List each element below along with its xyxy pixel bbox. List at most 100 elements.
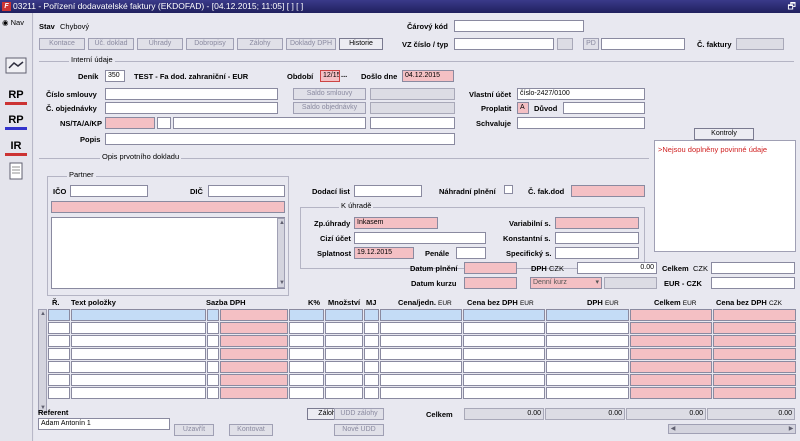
dodaci-list-field[interactable] xyxy=(354,185,422,197)
table-cell[interactable] xyxy=(364,335,379,347)
c-objednavky-field[interactable] xyxy=(105,102,278,114)
dic-field[interactable] xyxy=(208,185,285,197)
udd-zalohy-button[interactable]: UDD zálohy xyxy=(334,408,384,420)
table-cell[interactable] xyxy=(463,361,545,373)
table-cell[interactable] xyxy=(207,374,219,386)
uzavrit-button[interactable]: Uzavřít xyxy=(174,424,214,436)
table-cell[interactable] xyxy=(463,387,545,399)
konstantni-field[interactable] xyxy=(555,232,639,244)
saldo-objednavky-field[interactable] xyxy=(370,102,455,114)
carovy-kod-field[interactable] xyxy=(454,20,584,32)
saldo-smlouvy-button[interactable]: Saldo smlouvy xyxy=(293,88,366,100)
scroll-left-icon[interactable]: ◀ xyxy=(669,425,677,433)
table-row[interactable] xyxy=(38,309,796,322)
table-cell[interactable] xyxy=(48,309,70,321)
table-cell[interactable] xyxy=(207,309,219,321)
table-cell[interactable] xyxy=(364,309,379,321)
table-cell[interactable] xyxy=(220,374,288,386)
specificky-field[interactable] xyxy=(555,247,639,259)
pd-button[interactable]: PD xyxy=(583,38,599,50)
scroll-right-icon[interactable]: ▶ xyxy=(787,425,795,433)
penale-field[interactable] xyxy=(456,247,486,259)
eur-czk-field[interactable] xyxy=(711,277,795,289)
table-cell[interactable] xyxy=(325,348,363,360)
referent-field[interactable]: Adam Antonín 1 xyxy=(38,418,170,430)
table-cell[interactable] xyxy=(71,335,206,347)
table-cell[interactable] xyxy=(380,387,462,399)
table-cell[interactable] xyxy=(380,361,462,373)
table-cell[interactable] xyxy=(325,309,363,321)
scroll-up-icon[interactable]: ▲ xyxy=(278,219,286,227)
uc-doklad-button[interactable]: Úč. doklad xyxy=(88,38,134,50)
cizi-ucet-field[interactable] xyxy=(354,232,486,244)
table-cell[interactable] xyxy=(289,387,324,399)
denni-kurz-select[interactable]: Denní kurz ▾ xyxy=(530,277,602,289)
denik-field[interactable]: 350 xyxy=(105,70,125,82)
partner-address-scrollbar[interactable]: ▲ ▼ xyxy=(277,218,285,288)
table-cell[interactable] xyxy=(48,348,70,360)
table-cell[interactable] xyxy=(71,374,206,386)
table-cell[interactable] xyxy=(630,335,712,347)
table-cell[interactable] xyxy=(463,348,545,360)
table-row[interactable] xyxy=(38,374,796,387)
table-cell[interactable] xyxy=(364,348,379,360)
rp-icon-2[interactable]: RP xyxy=(5,111,27,130)
table-cell[interactable] xyxy=(463,335,545,347)
table-cell[interactable] xyxy=(325,361,363,373)
table-cell[interactable] xyxy=(71,361,206,373)
table-cell[interactable] xyxy=(48,335,70,347)
table-cell[interactable] xyxy=(364,374,379,386)
table-row[interactable] xyxy=(38,335,796,348)
rp-icon-1[interactable]: RP xyxy=(5,86,27,105)
doslo-field[interactable]: 04.12.2015 xyxy=(402,70,454,82)
table-cell[interactable] xyxy=(630,387,712,399)
ta-field[interactable] xyxy=(157,117,171,129)
a-field[interactable] xyxy=(173,117,366,129)
obdobi-field[interactable]: 12/15 xyxy=(320,70,340,82)
datum-kurzu-field[interactable] xyxy=(464,277,517,289)
table-cell[interactable] xyxy=(463,374,545,386)
dobropisy-button[interactable]: Dobropisy xyxy=(186,38,234,50)
table-cell[interactable] xyxy=(207,335,219,347)
table-cell[interactable] xyxy=(713,322,796,334)
celkem-field[interactable] xyxy=(711,262,795,274)
table-cell[interactable] xyxy=(546,322,629,334)
table-cell[interactable] xyxy=(220,348,288,360)
horizontal-scrollbar[interactable]: ◀ ▶ xyxy=(668,424,796,434)
table-cell[interactable] xyxy=(463,322,545,334)
zalohy-button[interactable]: Zálohy xyxy=(237,38,283,50)
historie-button[interactable]: Historie xyxy=(339,38,383,50)
table-cell[interactable] xyxy=(207,361,219,373)
table-cell[interactable] xyxy=(364,387,379,399)
partner-address-field[interactable] xyxy=(51,217,285,289)
saldo-objednavky-button[interactable]: Saldo objednávky xyxy=(293,102,366,114)
table-cell[interactable] xyxy=(546,361,629,373)
table-cell[interactable] xyxy=(546,374,629,386)
datum-plneni-field[interactable] xyxy=(464,262,517,274)
vz-typ-field[interactable] xyxy=(557,38,573,50)
uhrady-button[interactable]: Úhrady xyxy=(137,38,183,50)
table-cell[interactable] xyxy=(325,335,363,347)
kurz-field[interactable] xyxy=(604,277,657,289)
table-cell[interactable] xyxy=(289,361,324,373)
table-cell[interactable] xyxy=(546,387,629,399)
popis-field[interactable] xyxy=(105,133,455,145)
dph-field[interactable]: 0.00 xyxy=(577,262,657,274)
table-cell[interactable] xyxy=(48,387,70,399)
table-cell[interactable] xyxy=(325,322,363,334)
table-cell[interactable] xyxy=(380,374,462,386)
table-cell[interactable] xyxy=(380,335,462,347)
duvod-field[interactable] xyxy=(563,102,645,114)
proplatit-field[interactable]: A xyxy=(517,102,529,114)
pd-field[interactable] xyxy=(601,38,685,50)
table-cell[interactable] xyxy=(220,309,288,321)
table-cell[interactable] xyxy=(289,309,324,321)
table-cell[interactable] xyxy=(380,348,462,360)
table-cell[interactable] xyxy=(630,374,712,386)
table-cell[interactable] xyxy=(546,335,629,347)
table-cell[interactable] xyxy=(289,335,324,347)
partner-name-field[interactable] xyxy=(51,201,285,213)
kontace-button[interactable]: Kontace xyxy=(39,38,85,50)
handshake-icon[interactable] xyxy=(5,56,27,75)
splatnost-field[interactable]: 19.12.2015 xyxy=(354,247,414,259)
